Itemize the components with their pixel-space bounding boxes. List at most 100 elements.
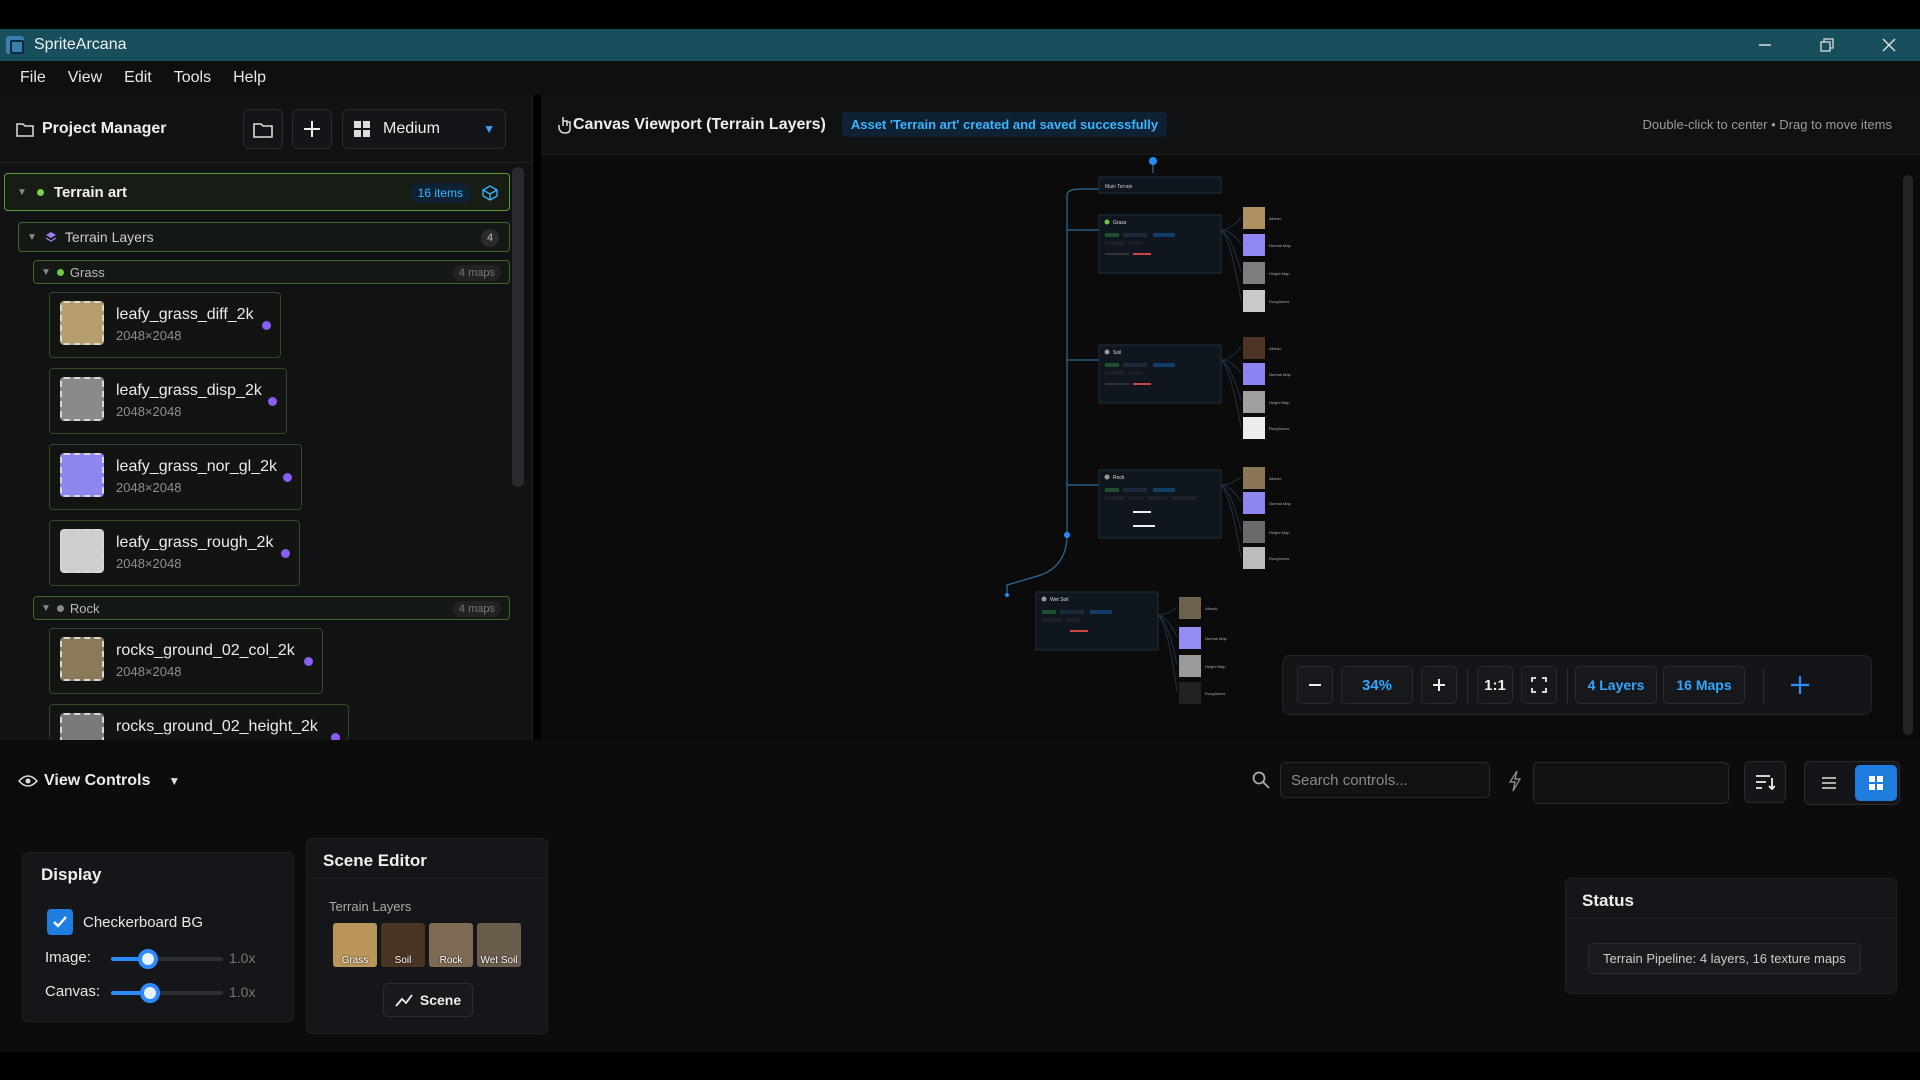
graph-node-wet-soil[interactable]: Wet Soil [1035, 591, 1159, 651]
rock-map-count: 4 maps [452, 601, 501, 617]
tree-root-terrain-art[interactable]: ▼ Terrain art 16 items [4, 173, 510, 211]
collapse-caret-icon[interactable]: ▼ [17, 187, 27, 198]
canvas-scale-knob[interactable] [140, 983, 161, 1003]
eye-icon [18, 775, 38, 787]
canvas-header: Canvas Viewport (Terrain Layers) Asset '… [541, 95, 1920, 155]
graph-node-rock[interactable]: Rock [1098, 469, 1222, 539]
chevron-down-icon: ▼ [483, 122, 495, 136]
asset-type-dot [283, 473, 292, 482]
zoom-in-button[interactable] [1421, 666, 1457, 704]
actual-size-button[interactable]: 1:1 [1477, 666, 1513, 704]
map-label: Normal Map [1269, 372, 1292, 377]
asset-thumbnail [60, 637, 104, 681]
map-label: Height Map [1269, 530, 1290, 535]
scene-button[interactable]: Scene [383, 983, 473, 1017]
status-title: Status [1566, 879, 1896, 919]
status-text: Terrain Pipeline: 4 layers, 16 texture m… [1588, 943, 1861, 974]
plus-icon [304, 121, 320, 137]
toolbar-divider [1467, 668, 1468, 704]
maps-count-badge[interactable]: 16 Maps [1663, 666, 1745, 704]
asset-card[interactable]: rocks_ground_02_col_2k 2048×2048 [49, 628, 323, 694]
asset-name: leafy_grass_disp_2k [116, 382, 262, 399]
screen-top-strip [0, 0, 1920, 29]
asset-type-dot [262, 321, 271, 330]
scene-editor-card: Scene Editor Terrain Layers Grass Soil R… [306, 838, 548, 1034]
search-controls-input[interactable]: Search controls... [1280, 762, 1490, 798]
image-scale-slider[interactable] [111, 949, 223, 969]
asset-dimensions: 2048×2048 [116, 328, 182, 343]
lightning-icon[interactable] [1508, 770, 1522, 792]
menu-tools[interactable]: Tools [174, 69, 211, 87]
map-label: Roughness [1269, 556, 1289, 561]
map-label: Height Map [1269, 271, 1290, 276]
swatch-grass[interactable]: Grass [333, 923, 377, 967]
menu-edit[interactable]: Edit [124, 69, 152, 87]
asset-type-dot [281, 549, 290, 558]
tree-group-grass[interactable]: ▼ Grass 4 maps [33, 260, 510, 284]
asset-thumbnail [60, 713, 104, 740]
restore-button[interactable] [1796, 29, 1858, 61]
zoom-level[interactable]: 34% [1341, 666, 1413, 704]
asset-name: rocks_ground_02_height_2k [116, 718, 318, 735]
asset-type-dot [268, 397, 277, 406]
minus-icon [1309, 684, 1321, 686]
fit-screen-button[interactable] [1521, 666, 1557, 704]
map-label: Albedo [1269, 346, 1282, 351]
asset-type-dot [331, 733, 340, 740]
swatch-rock[interactable]: Rock [429, 923, 473, 967]
package-icon[interactable] [482, 185, 498, 201]
menu-file[interactable]: File [20, 69, 46, 87]
menu-view[interactable]: View [68, 69, 102, 87]
node-graph[interactable]: Main Terrain Grass Soil Rock Wet Soil Al… [541, 155, 1920, 740]
asset-thumbnail [60, 453, 104, 497]
map-label: Height Map [1205, 664, 1226, 669]
asset-card[interactable]: leafy_grass_rough_2k 2048×2048 [49, 520, 300, 586]
list-view-button[interactable] [1809, 765, 1849, 801]
asset-thumbnail [60, 301, 104, 345]
canvas-scrollbar[interactable] [1903, 175, 1913, 735]
layers-count-badge[interactable]: 4 Layers [1575, 666, 1657, 704]
thumbnail-size-select[interactable]: Medium ▼ [342, 109, 506, 149]
center-view-button[interactable] [1781, 666, 1819, 704]
hand-pointer-icon [558, 117, 571, 134]
thumbnail-size-value: Medium [383, 120, 440, 137]
tree-group-terrain-layers[interactable]: ▼ Terrain Layers 4 [18, 222, 510, 252]
graph-node-grass[interactable]: Grass [1098, 214, 1222, 274]
tree-group-rock[interactable]: ▼ Rock 4 maps [33, 596, 510, 620]
filter-input[interactable] [1533, 762, 1729, 804]
tree-scrollbar[interactable] [512, 167, 524, 487]
asset-card[interactable]: leafy_grass_diff_2k 2048×2048 [49, 292, 281, 358]
swatch-soil[interactable]: Soil [381, 923, 425, 967]
minimize-button[interactable] [1734, 29, 1796, 61]
close-button[interactable] [1858, 29, 1920, 61]
view-controls-bar: View Controls ▼ Search controls... [0, 740, 1920, 822]
layers-count-badge: 4 [481, 229, 499, 247]
layers-icon [45, 232, 57, 242]
collapse-caret-icon[interactable]: ▼ [41, 603, 51, 614]
open-folder-button[interactable] [243, 109, 283, 149]
menu-help[interactable]: Help [233, 69, 266, 87]
add-asset-button[interactable] [292, 109, 332, 149]
scene-button-label: Scene [419, 992, 462, 1008]
collapse-caret-icon[interactable]: ▼ [27, 232, 37, 243]
map-label: Roughness [1269, 299, 1289, 304]
checkerboard-label: Checkerboard BG [83, 914, 204, 931]
canvas-scale-slider[interactable] [111, 983, 223, 1003]
toolbar-divider [1763, 668, 1764, 704]
chevron-down-icon: ▼ [168, 774, 181, 788]
checkerboard-checkbox[interactable] [47, 909, 73, 935]
search-icon [1252, 771, 1270, 789]
sort-button[interactable] [1744, 761, 1786, 803]
grid-view-button[interactable] [1855, 765, 1897, 801]
view-controls-toggle[interactable]: View Controls ▼ [18, 772, 180, 790]
zoom-out-button[interactable] [1297, 666, 1333, 704]
graph-node-soil[interactable]: Soil [1098, 344, 1222, 404]
asset-card[interactable]: leafy_grass_nor_gl_2k 2048×2048 [49, 444, 302, 510]
collapse-caret-icon[interactable]: ▼ [41, 267, 51, 278]
list-icon [1822, 777, 1836, 789]
map-label: Normal Map [1205, 636, 1228, 641]
asset-card[interactable]: leafy_grass_disp_2k 2048×2048 [49, 368, 287, 434]
asset-card[interactable]: rocks_ground_02_height_2k [49, 704, 349, 740]
image-scale-knob[interactable] [137, 949, 158, 969]
swatch-wet-soil[interactable]: Wet Soil [477, 923, 521, 967]
